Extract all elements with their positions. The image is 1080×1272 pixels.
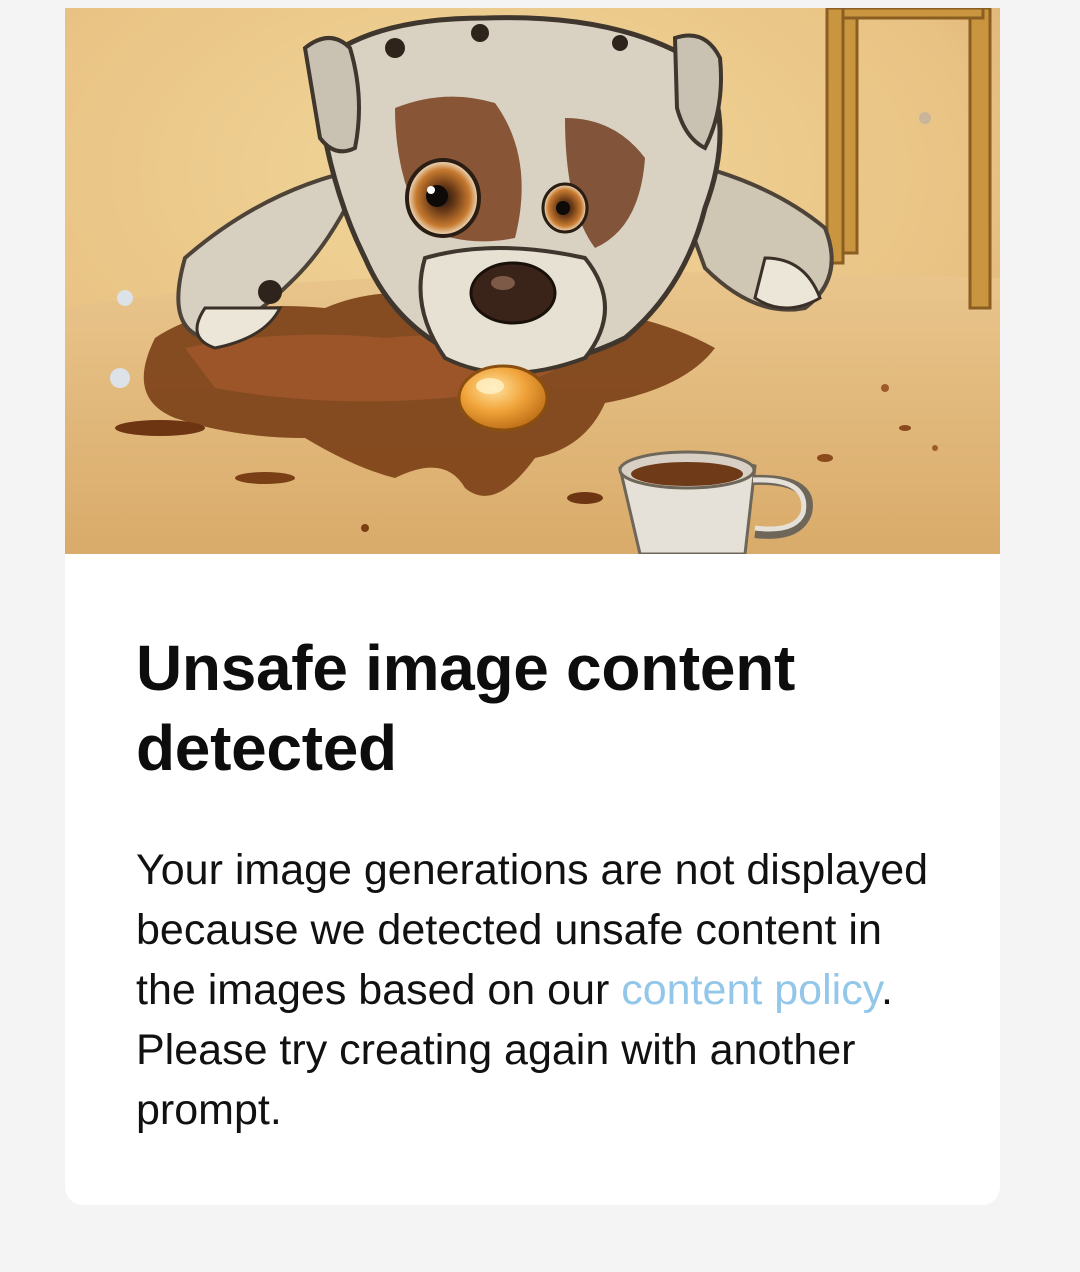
unsafe-content-card: Unsafe image content detected Your image… xyxy=(65,8,1000,1205)
dialog-message: Your image generations are not displayed… xyxy=(136,840,936,1140)
content-policy-link[interactable]: content policy xyxy=(621,966,881,1014)
dialog-title: Unsafe image content detected xyxy=(136,632,796,784)
message-content: Unsafe image content detected Your image… xyxy=(136,628,936,1140)
generated-image-preview xyxy=(65,8,1000,554)
